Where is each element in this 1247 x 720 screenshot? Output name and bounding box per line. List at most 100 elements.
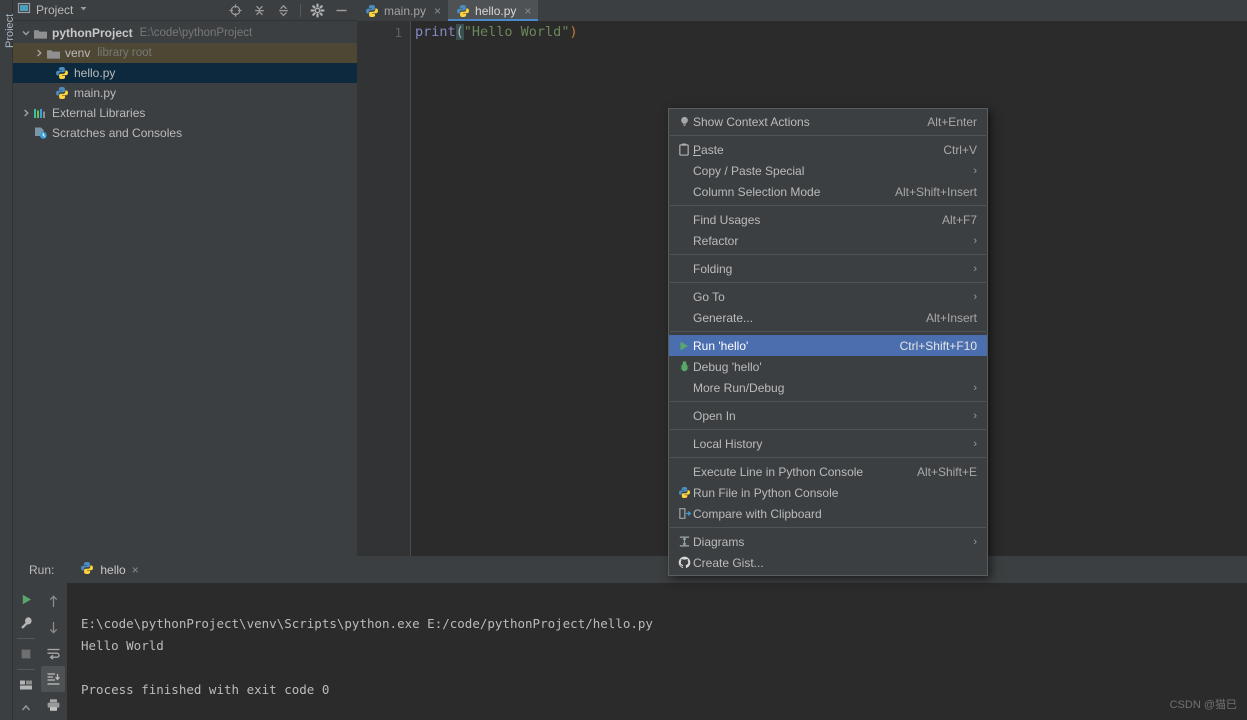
tree-label-pythonproject: pythonProject [52, 26, 133, 40]
menu-item-go-to[interactable]: Go To › [669, 286, 987, 307]
expand-all-icon[interactable] [252, 3, 267, 18]
external-libraries-icon [32, 105, 48, 121]
editor-context-menu: Show Context Actions Alt+Enter Paste Ctr… [668, 108, 988, 576]
menu-shortcut: Alt+Shift+Insert [894, 184, 977, 199]
toolbar-divider [300, 3, 301, 17]
tree-node-hello-py[interactable]: hello.py [13, 63, 357, 83]
code-token-close-paren: ) [569, 24, 578, 40]
tree-node-pythonproject[interactable]: pythonProject E:\code\pythonProject [13, 23, 357, 43]
menu-label: Go To [693, 289, 725, 304]
tree-node-venv[interactable]: venv library root [13, 43, 357, 63]
menu-item-create-gist[interactable]: Create Gist... [669, 552, 987, 573]
tree-label-hello-py: hello.py [74, 66, 116, 80]
menu-item-paste[interactable]: Paste Ctrl+V [669, 139, 987, 160]
menu-item-find-usages[interactable]: Find Usages Alt+F7 [669, 209, 987, 230]
submenu-arrow-icon: › [973, 535, 977, 548]
layout-grid-icon[interactable] [14, 673, 38, 697]
run-panel-body: E:\code\pythonProject\venv\Scripts\pytho… [13, 583, 1247, 720]
scratches-icon [32, 125, 48, 141]
submenu-arrow-icon: › [973, 262, 977, 275]
menu-item-run-file-in-python-console[interactable]: Run File in Python Console [669, 482, 987, 503]
menu-shortcut: Ctrl+Shift+F10 [899, 338, 977, 353]
code-token-string: "Hello World" [463, 24, 570, 40]
collapse-all-icon[interactable] [276, 3, 291, 18]
print-icon[interactable] [41, 692, 65, 718]
menu-item-more-run-debug[interactable]: More Run/Debug › [669, 377, 987, 398]
menu-item-local-history[interactable]: Local History › [669, 433, 987, 454]
toolbar-divider [17, 638, 35, 640]
code-token-open-paren: ( [455, 24, 464, 40]
menu-label: Generate... [693, 310, 754, 325]
submenu-arrow-icon: › [973, 437, 977, 450]
tab-main-py[interactable]: main.py × [357, 0, 449, 21]
locate-target-icon[interactable] [228, 3, 243, 18]
soft-wrap-icon[interactable] [41, 640, 65, 666]
menu-separator [670, 254, 986, 255]
run-tab-label: hello [100, 563, 126, 577]
menu-item-show-context-actions[interactable]: Show Context Actions Alt+Enter [669, 111, 987, 132]
rerun-play-icon[interactable] [14, 588, 38, 612]
project-panel-toolbar [228, 3, 353, 18]
chevron-right-icon[interactable] [32, 47, 45, 60]
github-icon [675, 556, 693, 569]
menu-label: Create Gist... [693, 555, 764, 570]
tree-node-scratches-consoles[interactable]: Scratches and Consoles [13, 123, 357, 143]
settings-gear-icon[interactable] [310, 3, 325, 18]
menu-item-folding[interactable]: Folding › [669, 258, 987, 279]
tree-label-main-py: main.py [74, 86, 117, 100]
console-line-2: Hello World [81, 638, 164, 653]
menu-label: Run 'hello' [693, 338, 749, 353]
menu-label: Show Context Actions [693, 114, 810, 129]
menu-item-execute-line-in-python-console[interactable]: Execute Line in Python Console Alt+Shift… [669, 461, 987, 482]
project-window-icon [17, 1, 31, 20]
run-green-play-icon [675, 340, 693, 352]
run-toolbar-right [39, 583, 67, 720]
run-console-output[interactable]: E:\code\pythonProject\venv\Scripts\pytho… [67, 583, 1247, 720]
menu-item-copy-paste-special[interactable]: Copy / Paste Special › [669, 160, 987, 181]
scroll-to-end-icon[interactable] [41, 666, 65, 692]
chevron-right-icon[interactable] [19, 107, 32, 120]
menu-shortcut: Ctrl+V [943, 142, 977, 157]
hide-minimize-icon[interactable] [334, 3, 349, 18]
line-number: 1 [394, 25, 402, 40]
run-tab-hello[interactable]: hello × [74, 557, 144, 585]
menu-item-run-hello[interactable]: Run 'hello' Ctrl+Shift+F10 [669, 335, 987, 356]
menu-item-refactor[interactable]: Refactor › [669, 230, 987, 251]
menu-item-generate[interactable]: Generate... Alt+Insert [669, 307, 987, 328]
menu-label: Copy / Paste Special [693, 163, 805, 178]
menu-item-diagrams[interactable]: Diagrams › [669, 531, 987, 552]
stop-square-icon[interactable] [14, 642, 38, 666]
chevron-down-icon[interactable] [19, 27, 32, 40]
project-panel-header: Project [13, 0, 357, 21]
chevron-down-icon[interactable] [78, 1, 89, 19]
menu-label: Open In [693, 408, 736, 423]
tree-node-main-py[interactable]: main.py [13, 83, 357, 103]
scroll-up-icon[interactable] [41, 588, 65, 614]
scroll-up-caret-icon[interactable] [14, 696, 38, 720]
python-file-icon [365, 4, 379, 18]
diagrams-icon [675, 535, 693, 548]
gutter-divider [410, 21, 411, 556]
menu-item-column-selection-mode[interactable]: Column Selection Mode Alt+Shift+Insert [669, 181, 987, 202]
project-title-group[interactable]: Project [17, 1, 89, 20]
scroll-down-icon[interactable] [41, 614, 65, 640]
python-logo-icon [80, 561, 94, 580]
tab-label-main-py: main.py [384, 3, 427, 18]
left-tool-strip: Project [0, 0, 16, 720]
menu-label: Diagrams [693, 534, 745, 549]
tree-node-external-libraries[interactable]: External Libraries [13, 103, 357, 123]
close-icon[interactable]: × [434, 4, 441, 18]
settings-wrench-icon[interactable] [14, 612, 38, 636]
menu-item-compare-with-clipboard[interactable]: Compare with Clipboard [669, 503, 987, 524]
tree-detail-venv: library root [97, 47, 152, 59]
submenu-arrow-icon: › [973, 290, 977, 303]
close-icon[interactable]: × [524, 4, 531, 18]
debug-bug-icon [675, 360, 693, 373]
close-icon[interactable]: × [132, 563, 139, 577]
tab-hello-py[interactable]: hello.py × [448, 0, 539, 21]
menu-label: Local History [693, 436, 763, 451]
menu-label: Execute Line in Python Console [693, 464, 864, 479]
menu-item-open-in[interactable]: Open In › [669, 405, 987, 426]
tree-label-scratches-consoles: Scratches and Consoles [52, 126, 183, 140]
menu-item-debug-hello[interactable]: Debug 'hello' [669, 356, 987, 377]
